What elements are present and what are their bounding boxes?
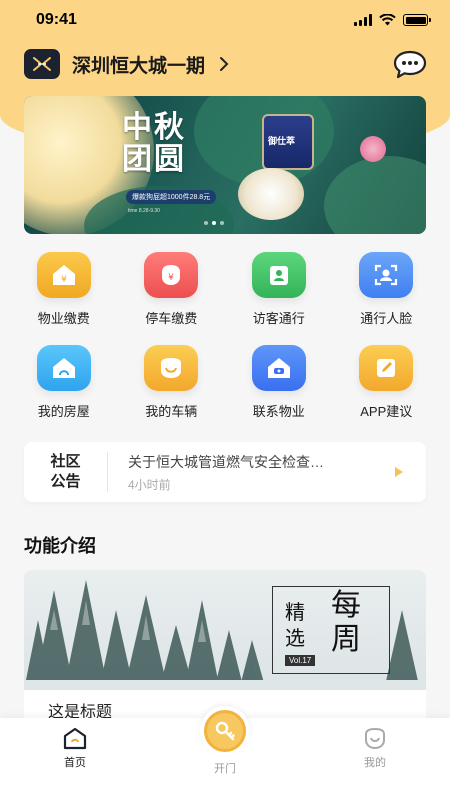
tab-mine[interactable]: 我的	[315, 726, 435, 770]
svg-text:¥: ¥	[61, 275, 67, 285]
service-property-fee[interactable]: ¥ 物业缴费	[10, 252, 118, 327]
carousel-dots	[204, 221, 224, 225]
service-visitor-pass[interactable]: 访客通行	[225, 252, 333, 327]
svg-text:¥: ¥	[168, 273, 174, 283]
user-icon	[365, 727, 385, 750]
section-title: 功能介绍	[24, 536, 96, 556]
notice-text: 关于恒大城管道燃气安全检查…	[128, 453, 324, 470]
banner-title: 中秋团圆	[122, 110, 186, 177]
banner-promo: 爆款狗屁超1000件28.8元	[126, 190, 217, 204]
lotus-seed-plate	[238, 168, 304, 220]
visitor-pass-icon	[251, 252, 306, 298]
open-door-button[interactable]	[200, 706, 250, 756]
tab-open-door[interactable]: 开门	[165, 706, 285, 776]
battery-icon	[403, 14, 431, 26]
notice-tag: 社区 公告	[24, 452, 108, 492]
service-my-house[interactable]: 我的房屋	[10, 345, 118, 420]
service-contact-property[interactable]: 联系物业	[225, 345, 333, 420]
status-bar: 09:41	[0, 0, 450, 40]
status-icons	[354, 14, 431, 26]
signal-icon	[354, 14, 372, 26]
home-icon	[63, 727, 87, 750]
service-grid: ¥ 物业缴费 ¥ 停车缴费 访客通行 通行人脸 我的房屋 我的车辆 联系物业 A…	[10, 252, 440, 420]
weekly-picks-stamp: 精选 每周 Vol.17	[272, 586, 390, 674]
property-fee-icon: ¥	[36, 252, 91, 298]
banner-date: time 8.28-9.30	[128, 208, 160, 214]
face-pass-icon	[359, 252, 414, 298]
promo-banner[interactable]: 中秋团圆 爆款狗屁超1000件28.8元 time 8.28-9.30 御仕萃	[24, 96, 426, 234]
app-logo-icon	[24, 49, 60, 79]
contact-property-icon	[251, 345, 306, 391]
chevron-right-icon[interactable]	[219, 56, 229, 72]
notice-time: 4小时前	[128, 477, 171, 492]
service-parking-fee[interactable]: ¥ 停车缴费	[118, 252, 226, 327]
community-selector[interactable]: 深圳恒大城一期	[72, 51, 205, 78]
community-notice[interactable]: 社区 公告 关于恒大城管道燃气安全检查… 4小时前	[24, 442, 426, 502]
notice-body: 关于恒大城管道燃气安全检查… 4小时前	[108, 452, 394, 493]
product-image: 御仕萃	[262, 114, 314, 170]
my-house-icon	[36, 345, 91, 391]
my-vehicle-icon	[144, 345, 199, 391]
play-arrow-icon[interactable]	[394, 466, 404, 478]
service-app-feedback[interactable]: APP建议	[333, 345, 441, 420]
service-my-vehicle[interactable]: 我的车辆	[118, 345, 226, 420]
parking-fee-icon: ¥	[144, 252, 199, 298]
header: 深圳恒大城一期	[24, 46, 428, 82]
tab-bar: 首页 开门 我的	[0, 706, 450, 800]
status-time: 09:41	[36, 11, 77, 28]
tab-home[interactable]: 首页	[15, 726, 135, 770]
lotus-flower	[360, 136, 386, 162]
message-icon[interactable]	[392, 49, 428, 79]
wifi-icon	[379, 14, 396, 26]
card-image: 精选 每周 Vol.17	[24, 570, 426, 690]
key-icon	[204, 710, 246, 752]
service-face-pass[interactable]: 通行人脸	[333, 252, 441, 327]
app-feedback-icon	[359, 345, 414, 391]
